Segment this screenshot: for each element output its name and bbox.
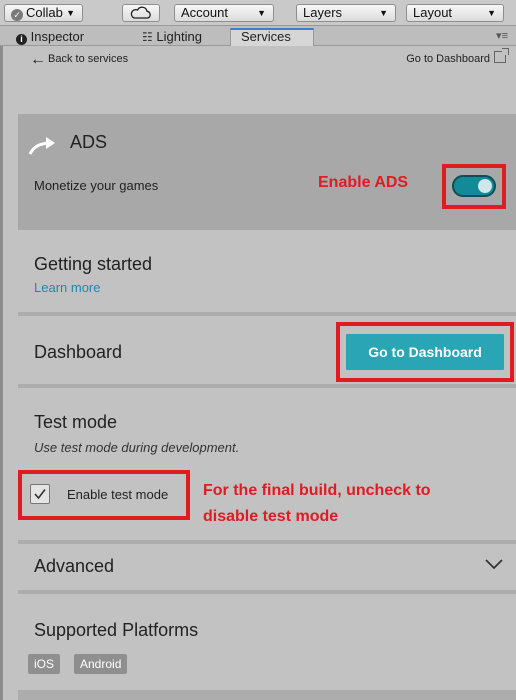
tab-lighting[interactable]: ☷ Lighting [142, 28, 202, 46]
caret-down-icon: ▼ [487, 8, 496, 18]
collab-button[interactable]: ✓ Collab ▼ [4, 4, 83, 22]
layers-dropdown[interactable]: Layers ▼ [296, 4, 396, 22]
tab-services[interactable]: Services [230, 28, 314, 46]
back-link[interactable]: ← Back to services [30, 46, 128, 73]
platforms-title: Supported Platforms [34, 620, 199, 640]
account-label: Account [181, 5, 228, 20]
layers-label: Layers [303, 5, 343, 20]
ads-title: ADS [70, 132, 108, 152]
tab-lighting-label: Lighting [156, 29, 202, 44]
cloud-button[interactable] [122, 4, 160, 22]
test-mode-checkbox-label[interactable]: Enable test mode [67, 487, 168, 502]
collab-label: Collab [26, 5, 63, 20]
tab-inspector-label: Inspector [30, 29, 85, 44]
platform-badge-ios: iOS [28, 654, 61, 674]
bottom-divider [18, 690, 516, 700]
getting-started-section: Getting started Learn more [18, 230, 516, 316]
tab-services-label: Services [241, 29, 291, 44]
external-link-icon [494, 48, 509, 63]
check-circle-icon: ✓ [11, 9, 23, 21]
layout-dropdown[interactable]: Layout ▼ [406, 4, 504, 22]
main-toolbar: ✓ Collab ▼ Account ▼ Layers ▼ Layout ▼ [0, 0, 516, 26]
getting-started-title: Getting started [34, 254, 153, 274]
caret-down-icon: ▼ [66, 8, 75, 18]
dashboard-title: Dashboard [34, 342, 123, 362]
sliders-icon: ☷ [142, 30, 153, 44]
caret-down-icon: ▼ [257, 8, 266, 18]
panel-left-edge [0, 46, 3, 700]
annotation-final-build-line2: disable test mode [203, 508, 339, 525]
learn-more-link[interactable]: Learn more [34, 280, 100, 295]
test-mode-checkbox[interactable] [30, 484, 50, 504]
platform-badge-android: Android [74, 654, 128, 674]
platforms-section: Supported Platforms [18, 594, 516, 700]
test-mode-title: Test mode [34, 412, 118, 432]
arrow-left-icon: ← [30, 51, 46, 68]
panel-menu-icon[interactable]: ▾≡ [496, 29, 508, 42]
services-nav: ← Back to services Go to Dashboard [20, 46, 516, 72]
dashboard-link[interactable]: Go to Dashboard [406, 46, 509, 72]
info-icon: i [16, 34, 27, 45]
dashboard-link-label: Go to Dashboard [406, 53, 490, 65]
test-mode-hint: Use test mode during development. [34, 440, 240, 455]
checkmark-icon [34, 489, 46, 500]
ads-arrow-icon [28, 137, 55, 155]
advanced-section[interactable]: Advanced [18, 544, 516, 594]
go-to-dashboard-button[interactable]: Go to Dashboard [346, 334, 504, 370]
toggle-knob [478, 179, 492, 193]
layout-label: Layout [413, 5, 453, 20]
ads-toggle[interactable] [452, 175, 496, 197]
chevron-down-icon[interactable] [484, 558, 504, 570]
panel-tabs: i Inspector ☷ Lighting Services ▾≡ [0, 26, 516, 46]
account-dropdown[interactable]: Account ▼ [174, 4, 274, 22]
annotation-enable-ads: Enable ADS [318, 174, 409, 191]
caret-down-icon: ▼ [379, 8, 388, 18]
annotation-final-build-line1: For the final build, uncheck to [203, 482, 431, 499]
tab-inspector[interactable]: i Inspector [16, 28, 84, 46]
cloud-icon [130, 6, 151, 19]
ads-subtitle: Monetize your games [34, 178, 159, 193]
advanced-title: Advanced [34, 556, 115, 576]
back-label: Back to services [48, 53, 129, 65]
